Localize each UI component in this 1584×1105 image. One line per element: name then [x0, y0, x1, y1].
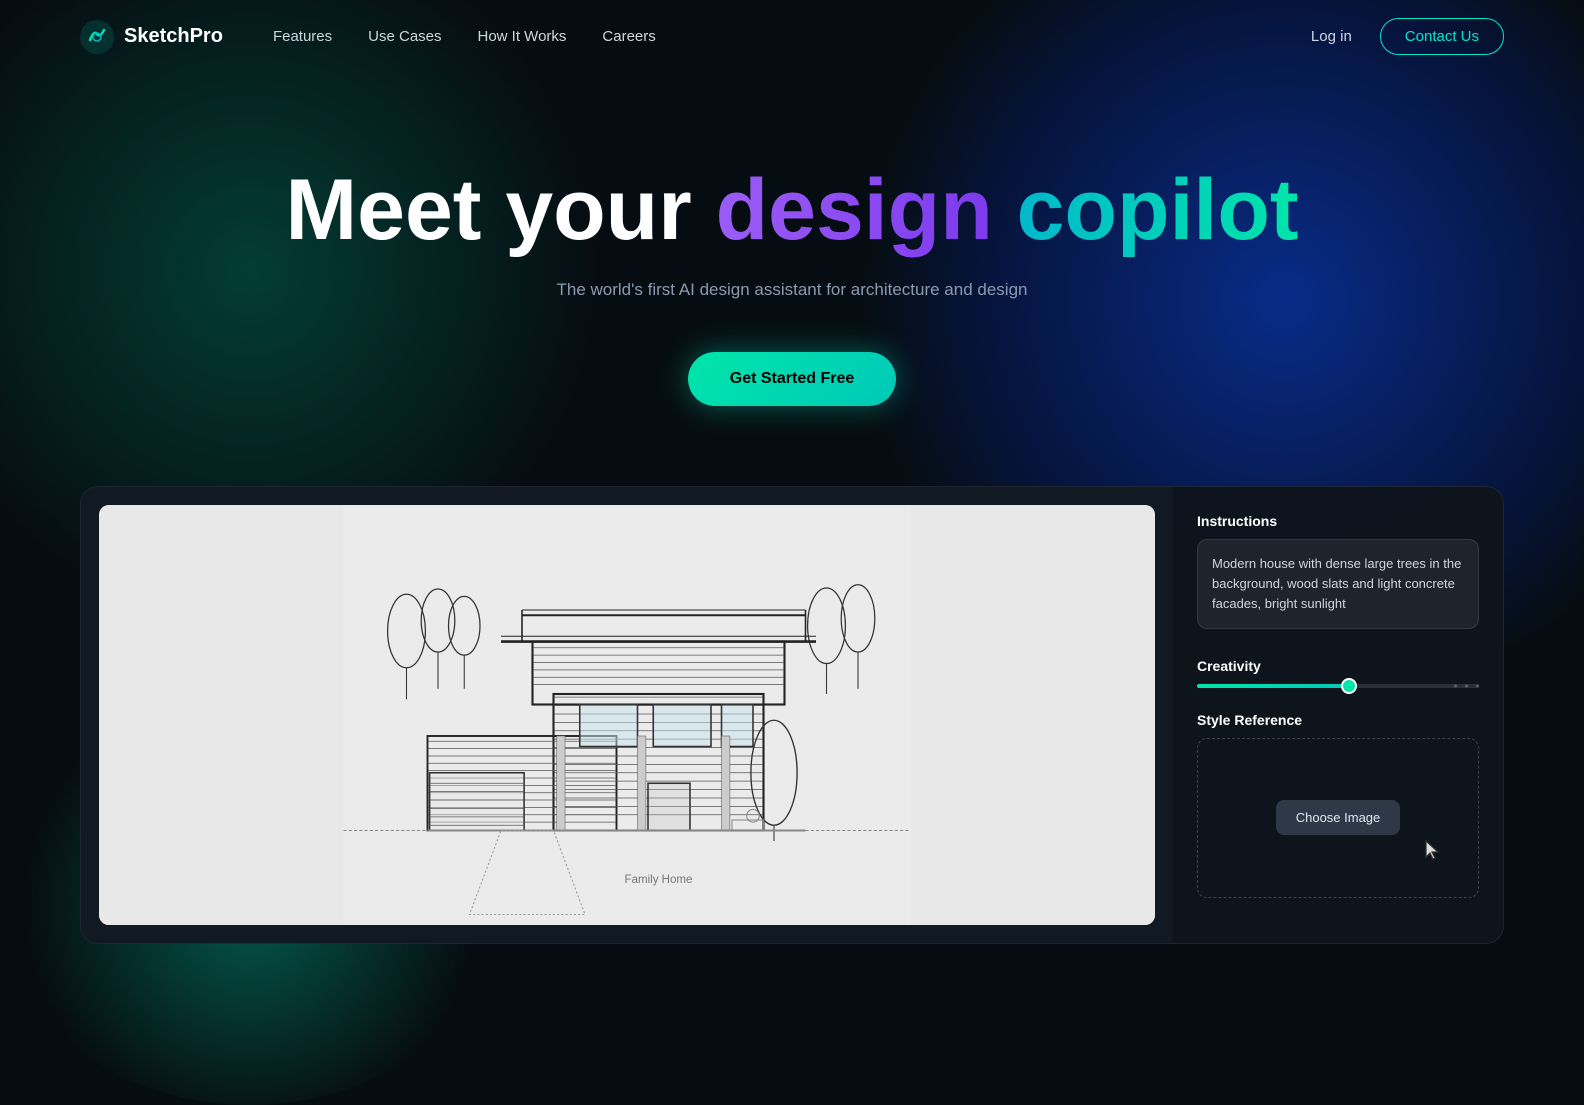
nav-left: SketchPro Features Use Cases How It Work… — [80, 20, 656, 54]
style-reference-label: Style Reference — [1197, 712, 1479, 728]
nav-right: Log in Contact Us — [1311, 18, 1504, 55]
hero-title: Meet your design copilot — [80, 163, 1504, 258]
creativity-slider-track — [1197, 684, 1479, 688]
sketch-container: Family Home — [99, 505, 1155, 925]
logo-text: SketchPro — [124, 25, 223, 48]
contact-button[interactable]: Contact Us — [1380, 18, 1504, 55]
creativity-label: Creativity — [1197, 658, 1479, 674]
creativity-slider-thumb[interactable] — [1341, 678, 1357, 694]
demo-section: Family Home Instructions Creativity — [80, 486, 1504, 944]
hero-section: Meet your design copilot The world's fir… — [0, 73, 1584, 466]
hero-title-design: design — [716, 162, 993, 258]
slider-dot-2 — [1465, 684, 1468, 687]
instructions-label: Instructions — [1197, 513, 1479, 529]
style-upload-box[interactable]: Choose Image — [1197, 738, 1479, 898]
slider-dot-1 — [1454, 684, 1457, 687]
login-link[interactable]: Log in — [1311, 28, 1352, 45]
creativity-slider-fill — [1197, 684, 1349, 688]
sketch-panel: Family Home — [81, 487, 1173, 943]
hero-title-mid — [993, 162, 1017, 258]
logo[interactable]: SketchPro — [80, 20, 223, 54]
slider-dots — [1454, 684, 1479, 687]
hero-subtitle: The world's first AI design assistant fo… — [80, 280, 1504, 300]
navbar: SketchPro Features Use Cases How It Work… — [0, 0, 1584, 73]
nav-link-how-it-works[interactable]: How It Works — [478, 28, 567, 45]
architectural-sketch: Family Home — [99, 505, 1155, 925]
hero-title-copilot: copilot — [1017, 162, 1299, 258]
slider-dot-3 — [1476, 684, 1479, 687]
nav-link-features[interactable]: Features — [273, 28, 332, 45]
instructions-input[interactable] — [1197, 539, 1479, 629]
creativity-section: Creativity — [1197, 658, 1479, 688]
logo-icon — [80, 20, 114, 54]
cursor-icon — [1424, 839, 1442, 861]
nav-link-use-cases[interactable]: Use Cases — [368, 28, 441, 45]
nav-link-careers[interactable]: Careers — [602, 28, 655, 45]
svg-text:Family Home: Family Home — [625, 874, 693, 886]
controls-panel: Instructions Creativity Style Reference … — [1173, 487, 1503, 924]
style-reference-section: Style Reference Choose Image — [1197, 712, 1479, 898]
get-started-button[interactable]: Get Started Free — [688, 352, 896, 406]
choose-image-button[interactable]: Choose Image — [1276, 800, 1401, 835]
hero-title-start: Meet your — [285, 162, 715, 258]
nav-links: Features Use Cases How It Works Careers — [273, 28, 656, 45]
instructions-section: Instructions — [1197, 513, 1479, 658]
